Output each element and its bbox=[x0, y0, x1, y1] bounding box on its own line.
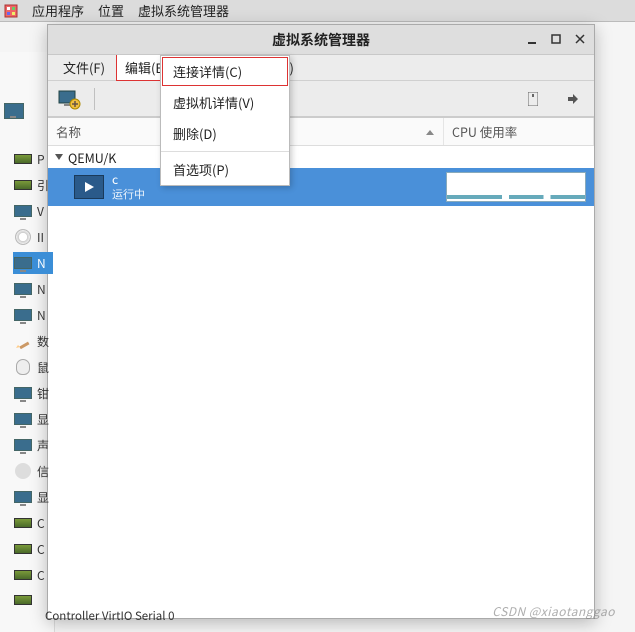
vm-tree: QEMU/K c 运行中 bbox=[48, 146, 594, 618]
sidebar-item-label: C bbox=[37, 515, 45, 532]
edit-dropdown: 连接详情(C) 虚拟机详情(V) 删除(D) 首选项(P) bbox=[160, 55, 290, 186]
monitor-icon bbox=[13, 306, 33, 324]
list-item[interactable]: N bbox=[13, 252, 53, 274]
monitor-icon bbox=[13, 202, 33, 220]
list-item[interactable]: 数 bbox=[13, 330, 53, 352]
sidebar-item-label: 显 bbox=[37, 489, 49, 506]
disc-icon bbox=[13, 462, 33, 480]
vm-list-content: 名称 CPU 使用率 QEMU/K c 运行中 bbox=[48, 117, 594, 618]
pencil-icon bbox=[13, 332, 33, 350]
applications-menu[interactable]: 应用程序 bbox=[32, 1, 84, 20]
vm-row[interactable]: c 运行中 bbox=[48, 168, 594, 206]
sidebar-item-label: N bbox=[37, 255, 46, 272]
vm-state: 运行中 bbox=[112, 188, 145, 201]
monitor-icon bbox=[13, 488, 33, 506]
cpu-usage-sparkline bbox=[446, 172, 586, 202]
chip-icon bbox=[13, 540, 33, 558]
connection-details-item[interactable]: 连接详情(C) bbox=[161, 56, 289, 87]
virt-manager-window: 虚拟系统管理器 文件(F) 编辑(E) 查看(V) 帮助(H) 名称 bbox=[47, 24, 595, 619]
list-item[interactable]: C bbox=[13, 564, 53, 586]
list-item[interactable]: 信 bbox=[13, 460, 53, 482]
monitor-icon bbox=[13, 280, 33, 298]
list-item[interactable]: 引 bbox=[13, 174, 53, 196]
back-sidebar-icons: P 引 V II N N N 数 鼠 钳 显 声 信 显 C C C bbox=[13, 148, 53, 610]
file-menu[interactable]: 文件(F) bbox=[54, 54, 114, 81]
preferences-item[interactable]: 首选项(P) bbox=[161, 154, 289, 185]
sidebar-item-label: 鼠 bbox=[37, 359, 49, 376]
places-menu[interactable]: 位置 bbox=[98, 1, 124, 20]
chip-icon bbox=[13, 176, 33, 194]
sidebar-item-label: P bbox=[37, 151, 45, 168]
connection-row[interactable]: QEMU/K bbox=[48, 146, 594, 168]
column-headers: 名称 CPU 使用率 bbox=[48, 118, 594, 146]
monitor-icon bbox=[13, 254, 33, 272]
controller-serial-label: Controller VirtIO Serial 0 bbox=[45, 608, 175, 624]
desktop-menubar: 应用程序 位置 虚拟系统管理器 bbox=[0, 0, 635, 22]
pause-button[interactable] bbox=[558, 85, 588, 113]
sidebar-item-label: II bbox=[37, 229, 44, 246]
list-item[interactable]: 声 bbox=[13, 434, 53, 456]
toolbar bbox=[48, 81, 594, 117]
toolbar-separator bbox=[94, 88, 95, 110]
monitor-icon bbox=[13, 410, 33, 428]
list-item[interactable]: 显 bbox=[13, 486, 53, 508]
chip-icon bbox=[13, 150, 33, 168]
list-item[interactable]: II bbox=[13, 226, 53, 248]
monitor-icon bbox=[4, 102, 24, 120]
sidebar-item-label: C bbox=[37, 541, 45, 558]
mouse-icon bbox=[13, 358, 33, 376]
disc-icon bbox=[13, 228, 33, 246]
window-title: 虚拟系统管理器 bbox=[272, 30, 370, 50]
delete-item[interactable]: 删除(D) bbox=[161, 118, 289, 149]
watermark: CSDN @xiaotanggao bbox=[492, 603, 615, 620]
sidebar-item-label: 信 bbox=[37, 463, 49, 480]
system-app-icon bbox=[4, 4, 18, 18]
cpu-column-label: CPU 使用率 bbox=[452, 122, 517, 141]
collapse-icon[interactable] bbox=[54, 152, 64, 162]
sidebar-item-label: 钳 bbox=[37, 385, 49, 402]
vm-details-item[interactable]: 虚拟机详情(V) bbox=[161, 87, 289, 118]
sidebar-item-label: V bbox=[37, 203, 44, 220]
sidebar-item-label: C bbox=[37, 567, 45, 584]
run-button[interactable] bbox=[518, 85, 548, 113]
list-item[interactable] bbox=[13, 590, 53, 610]
list-item[interactable]: 钳 bbox=[13, 382, 53, 404]
list-item[interactable]: N bbox=[13, 304, 53, 326]
menubar: 文件(F) 编辑(E) 查看(V) 帮助(H) bbox=[48, 55, 594, 81]
sidebar-item-label: 引 bbox=[37, 177, 49, 194]
list-item[interactable]: 显 bbox=[13, 408, 53, 430]
list-item[interactable]: P bbox=[13, 148, 53, 170]
sidebar-item-label: N bbox=[37, 281, 46, 298]
list-item[interactable]: V bbox=[13, 200, 53, 222]
chip-icon bbox=[13, 566, 33, 584]
minimize-button[interactable] bbox=[524, 31, 540, 47]
monitor-icon bbox=[13, 436, 33, 454]
connection-label: QEMU/K bbox=[68, 148, 116, 167]
list-item[interactable]: N bbox=[13, 278, 53, 300]
list-item[interactable]: C bbox=[13, 512, 53, 534]
vmm-menu[interactable]: 虚拟系统管理器 bbox=[138, 1, 229, 20]
name-column-label: 名称 bbox=[56, 122, 81, 141]
titlebar: 虚拟系统管理器 bbox=[48, 25, 594, 55]
list-item[interactable]: 鼠 bbox=[13, 356, 53, 378]
list-item[interactable]: C bbox=[13, 538, 53, 560]
sidebar-item-label: 声 bbox=[37, 437, 49, 454]
maximize-button[interactable] bbox=[548, 31, 564, 47]
sidebar-item-label: 数 bbox=[37, 333, 49, 350]
sort-indicator-icon bbox=[425, 127, 435, 137]
sidebar-item-label: N bbox=[37, 307, 46, 324]
new-vm-button[interactable] bbox=[54, 85, 84, 113]
close-button[interactable] bbox=[572, 31, 588, 47]
sidebar-item-label: 显 bbox=[37, 411, 49, 428]
monitor-icon bbox=[13, 384, 33, 402]
dropdown-separator bbox=[161, 151, 289, 152]
chip-icon bbox=[13, 591, 33, 609]
vm-thumbnail-icon bbox=[74, 175, 104, 199]
chip-icon bbox=[13, 514, 33, 532]
cpu-column-header[interactable]: CPU 使用率 bbox=[444, 118, 594, 145]
